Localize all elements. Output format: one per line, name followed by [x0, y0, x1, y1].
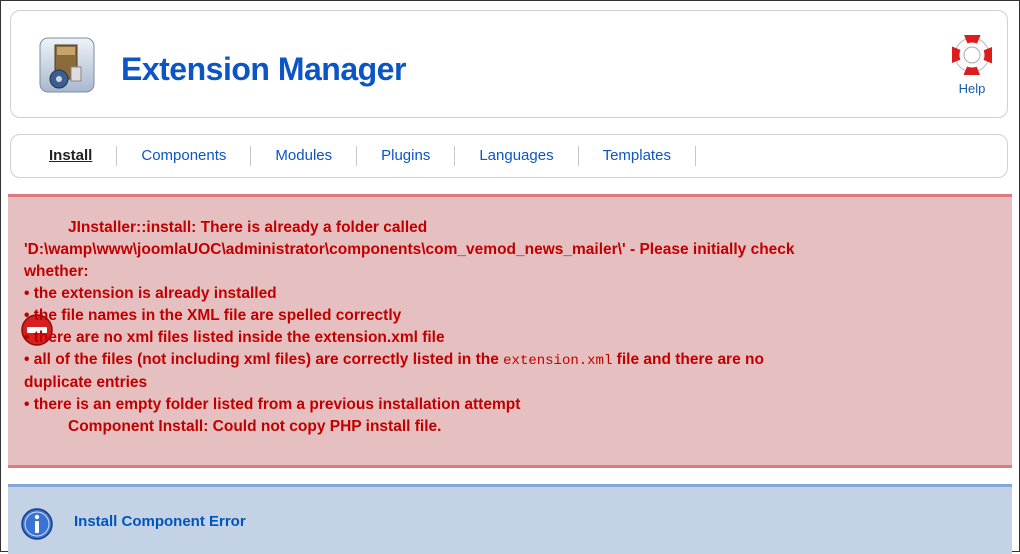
info-icon — [20, 507, 54, 541]
notice-text: Install Component Error — [74, 513, 246, 530]
error-bullet: • there is an empty folder listed from a… — [24, 396, 521, 413]
error-bullet: • all of the files (not including xml fi… — [24, 349, 999, 372]
error-bullet: • there are no xml files listed inside t… — [24, 329, 445, 346]
error-bullet-cont: duplicate entries — [24, 374, 148, 391]
tab-modules[interactable]: Modules — [251, 146, 358, 166]
error-line: whether: — [24, 263, 89, 280]
page-title: Extension Manager — [121, 51, 406, 87]
extension-package-icon — [39, 37, 95, 93]
error-footer: Component Install: Could not copy PHP in… — [68, 418, 442, 435]
error-bullet-text: file and there are no — [612, 351, 764, 368]
tab-components[interactable]: Components — [117, 146, 252, 166]
tab-plugins[interactable]: Plugins — [357, 146, 456, 166]
page-header: Extension Manager Help — [10, 10, 1008, 118]
error-line: JInstaller::install: There is already a … — [68, 219, 428, 236]
submenu-tabs: Install Components Modules Plugins Langu… — [10, 134, 1008, 178]
help-label: Help — [958, 81, 986, 96]
notice-message: Install Component Error — [8, 484, 1012, 554]
error-text: JInstaller::install: There is already a … — [24, 217, 999, 438]
code-filename: extension.xml — [503, 353, 613, 369]
lifebuoy-icon — [950, 33, 994, 77]
tab-templates[interactable]: Templates — [579, 146, 696, 166]
error-message: JInstaller::install: There is already a … — [8, 194, 1012, 468]
error-bullet-text: • all of the files (not including xml fi… — [24, 351, 504, 368]
error-line: 'D:\wamp\www\joomlaUOC\administrator\com… — [24, 241, 795, 258]
tab-languages[interactable]: Languages — [455, 146, 579, 166]
tab-install[interactable]: Install — [37, 146, 118, 166]
error-bullet: • the extension is already installed — [24, 285, 277, 302]
help-button[interactable]: Help — [949, 33, 995, 96]
error-bullet: • the file names in the XML file are spe… — [24, 307, 402, 324]
